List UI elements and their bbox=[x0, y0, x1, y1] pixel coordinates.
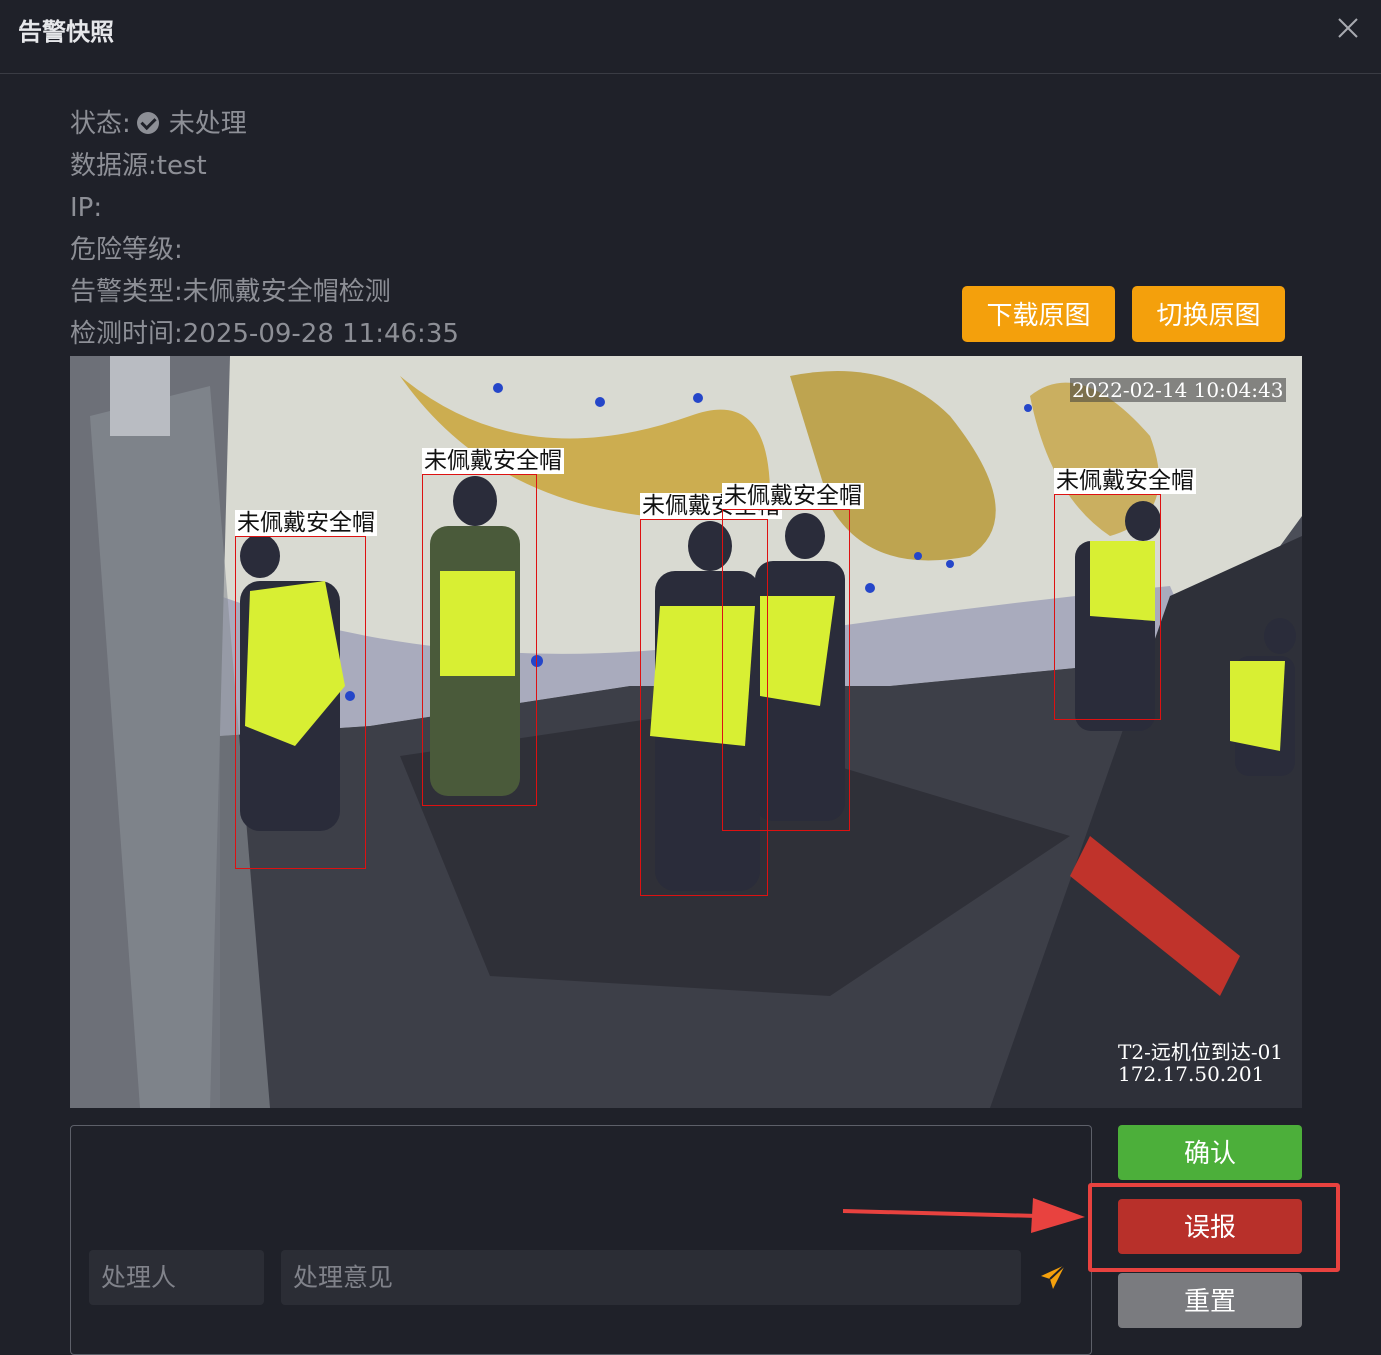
type-label: 告警类型: bbox=[70, 277, 183, 307]
opinion-input[interactable] bbox=[281, 1250, 1021, 1305]
ip-label: IP: bbox=[70, 193, 103, 223]
highlight-box bbox=[1088, 1183, 1340, 1272]
ip-row: IP: bbox=[70, 193, 102, 223]
source-row: 数据源:test bbox=[70, 151, 207, 181]
handling-panel bbox=[70, 1125, 1092, 1355]
close-icon[interactable] bbox=[1334, 14, 1362, 42]
detection-label: 未佩戴安全帽 bbox=[1054, 468, 1196, 494]
detection-label: 未佩戴安全帽 bbox=[235, 510, 377, 536]
detection-label: 未佩戴安全帽 bbox=[722, 483, 864, 509]
time-row: 检测时间:2025-09-28 11:46:35 bbox=[70, 319, 459, 349]
switch-original-button[interactable]: 切换原图 bbox=[1132, 286, 1285, 342]
time-label: 检测时间: bbox=[70, 319, 183, 349]
status-row: 状态: 未处理 bbox=[70, 109, 247, 139]
source-value: test bbox=[156, 151, 207, 181]
detection-box bbox=[1054, 494, 1161, 720]
detection-box bbox=[422, 474, 537, 806]
dialog-title: 告警快照 bbox=[18, 18, 114, 46]
status-label: 状态: bbox=[70, 109, 131, 139]
detection-box bbox=[722, 509, 850, 831]
download-original-button[interactable]: 下载原图 bbox=[962, 286, 1115, 342]
send-icon[interactable] bbox=[1038, 1262, 1068, 1292]
risk-row: 危险等级: bbox=[70, 235, 183, 265]
type-value: 未佩戴安全帽检测 bbox=[182, 277, 391, 307]
handler-input[interactable] bbox=[89, 1250, 264, 1305]
type-row: 告警类型:未佩戴安全帽检测 bbox=[70, 277, 391, 307]
status-value: 未处理 bbox=[168, 109, 247, 139]
snapshot-camera-ip: 172.17.50.201 bbox=[1118, 1062, 1265, 1086]
check-circle-icon bbox=[136, 112, 159, 134]
confirm-button[interactable]: 确认 bbox=[1118, 1125, 1302, 1180]
snapshot-timestamp: 2022-02-14 10:04:43 bbox=[1070, 378, 1286, 402]
detection-label: 未佩戴安全帽 bbox=[422, 448, 564, 474]
detection-box bbox=[235, 536, 366, 869]
reset-button[interactable]: 重置 bbox=[1118, 1273, 1302, 1328]
source-label: 数据源: bbox=[70, 151, 157, 181]
alarm-snapshot-image: 2022-02-14 10:04:43 T2-远机位到达-01 172.17.5… bbox=[70, 356, 1302, 1108]
snapshot-camera-name: T2-远机位到达-01 bbox=[1118, 1040, 1284, 1064]
arrow-annotation-icon bbox=[843, 1198, 1085, 1233]
risk-label: 危险等级: bbox=[70, 235, 183, 265]
dialog-header: 告警快照 bbox=[0, 0, 1381, 74]
time-value: 2025-09-28 11:46:35 bbox=[182, 319, 459, 349]
